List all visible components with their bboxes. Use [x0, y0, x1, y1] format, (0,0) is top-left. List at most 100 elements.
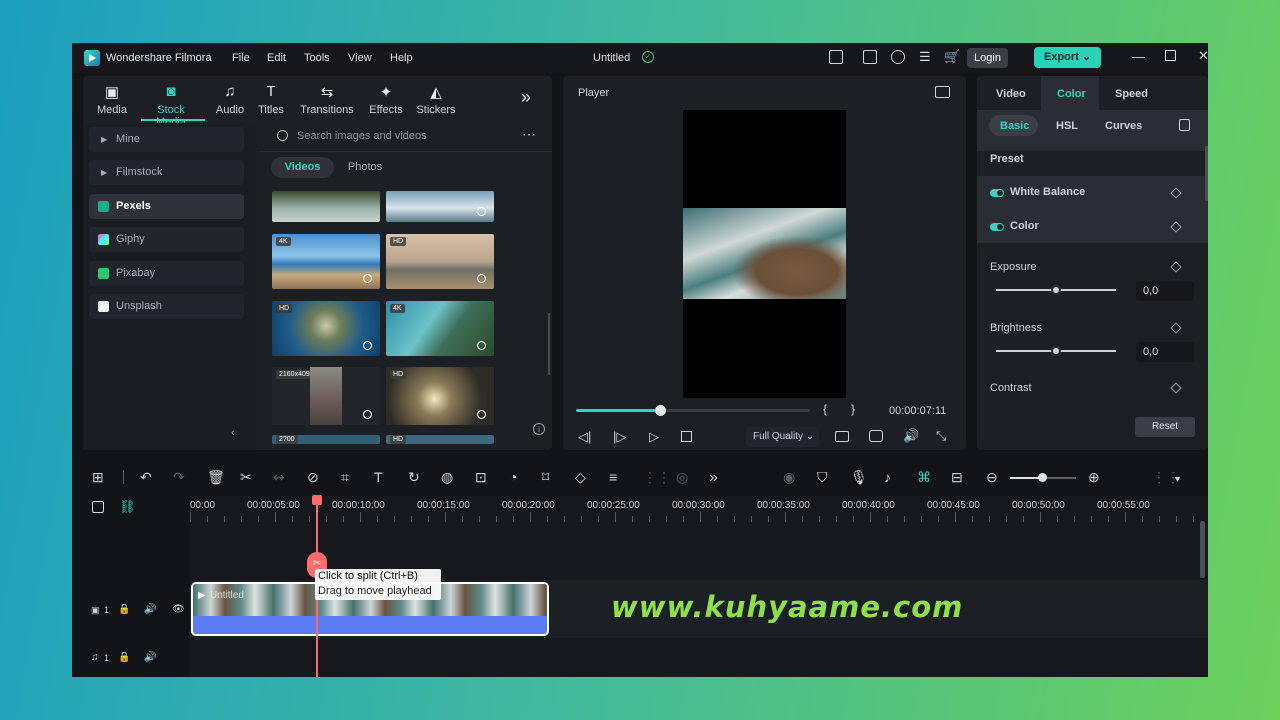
mark-in-icon[interactable]: {: [823, 402, 827, 416]
add-track-icon[interactable]: [92, 501, 104, 513]
undo-icon[interactable]: ↶: [140, 469, 152, 486]
zoom-slider-knob[interactable]: [1038, 473, 1047, 482]
rotate-icon[interactable]: ↻: [408, 469, 420, 486]
tab-video[interactable]: Video: [996, 88, 1026, 100]
save-preset-icon[interactable]: [1179, 119, 1190, 131]
play-icon[interactable]: ▷: [649, 429, 659, 445]
slider-knob[interactable]: [1051, 285, 1061, 295]
timeline-menu-chevron-icon[interactable]: ▼: [1173, 474, 1182, 484]
display-settings-icon[interactable]: [835, 431, 849, 442]
maximize-icon[interactable]: [1165, 50, 1176, 61]
filter-videos[interactable]: Videos: [271, 157, 334, 178]
download-icon[interactable]: [363, 274, 372, 283]
crop-icon[interactable]: ⌗: [341, 469, 349, 486]
layout-grid-icon[interactable]: ⊞: [92, 469, 104, 486]
library-item-filmstock[interactable]: ▶ Filmstock: [89, 160, 244, 185]
speed-timer-icon[interactable]: ◔: [509, 469, 517, 485]
more-options-icon[interactable]: ⋯: [522, 126, 536, 143]
library-item-pixabay[interactable]: Pixabay: [89, 261, 244, 286]
download-icon[interactable]: [477, 410, 486, 419]
tab-titles[interactable]: T Titles: [241, 83, 301, 116]
timeline-ruler[interactable]: 00:00 00:00:05:00 00:00:10:00 00:00:15:00 00…: [190, 496, 1208, 522]
stabilize-icon[interactable]: ⊡: [475, 469, 487, 486]
keyframe-icon[interactable]: ◇: [575, 469, 586, 486]
save-icon[interactable]: [863, 50, 877, 64]
marker-icon[interactable]: ⛉: [817, 469, 828, 486]
library-item-unsplash[interactable]: Unsplash: [89, 294, 244, 319]
library-item-mine[interactable]: ▶ Mine: [89, 127, 244, 152]
playhead-handle[interactable]: [312, 495, 322, 505]
subtab-curves[interactable]: Curves: [1105, 120, 1142, 132]
color-palette-icon[interactable]: ◍: [441, 469, 453, 486]
text-icon[interactable]: T: [374, 469, 383, 485]
properties-scrollbar[interactable]: [1205, 146, 1208, 201]
quality-select[interactable]: Full Quality ⌄: [746, 427, 819, 447]
download-icon[interactable]: [477, 207, 486, 216]
menu-file[interactable]: File: [232, 52, 250, 64]
stock-thumbnail[interactable]: 2?00: [272, 435, 380, 444]
stock-thumbnail[interactable]: [386, 191, 494, 222]
tab-stock-media[interactable]: ◙ Stock Media: [141, 83, 201, 128]
tab-speed[interactable]: Speed: [1115, 88, 1148, 100]
download-icon[interactable]: [363, 341, 372, 350]
zoom-out-icon[interactable]: ⊖: [986, 469, 998, 486]
more-tools-icon[interactable]: »: [709, 469, 718, 487]
zoom-slider[interactable]: [1010, 473, 1076, 482]
audio-detach-icon[interactable]: ↭: [273, 469, 285, 486]
microphone-icon[interactable]: 🎙: [850, 469, 868, 486]
tab-transitions[interactable]: ⇆ Transitions: [297, 83, 357, 116]
mark-out-icon[interactable]: }: [851, 402, 855, 416]
stock-thumbnail[interactable]: 4K: [272, 234, 380, 289]
audio-mixer-icon[interactable]: ♪: [884, 469, 891, 485]
subtab-hsl[interactable]: HSL: [1056, 120, 1078, 132]
adjust-icon[interactable]: ≡: [609, 469, 617, 485]
export-button[interactable]: Export ⌄: [1034, 47, 1101, 68]
download-icon[interactable]: [363, 410, 372, 419]
snap-icon[interactable]: ⌘: [917, 469, 931, 486]
search-input[interactable]: Search images and videos: [297, 130, 427, 142]
tab-stickers[interactable]: ◭ Stickers: [406, 83, 466, 116]
tab-media[interactable]: ▣ Media: [82, 83, 142, 116]
menu-list-icon[interactable]: ☰: [919, 49, 931, 65]
slider-knob[interactable]: [1051, 346, 1061, 356]
menu-edit[interactable]: Edit: [267, 52, 286, 64]
stock-thumbnail[interactable]: 4K: [386, 301, 494, 356]
media-scrollbar[interactable]: [548, 313, 550, 375]
previous-frame-icon[interactable]: ◁|: [578, 429, 591, 445]
silence-detect-icon[interactable]: ◎: [676, 469, 688, 486]
volume-icon[interactable]: 🔊: [903, 428, 919, 444]
pip-icon[interactable]: ⊟: [951, 469, 963, 486]
exposure-slider[interactable]: [996, 285, 1116, 295]
timeline-scrollbar[interactable]: [1200, 521, 1205, 578]
tab-color[interactable]: Color: [1057, 88, 1086, 100]
next-frame-icon[interactable]: |▷: [613, 429, 626, 445]
stock-thumbnail[interactable]: 2160x4096: [272, 367, 380, 425]
waveform-icon[interactable]: ⋮⋮: [643, 469, 671, 486]
close-icon[interactable]: ✕: [1198, 48, 1208, 64]
stock-thumbnail[interactable]: HD: [386, 367, 494, 425]
track-lock-icon[interactable]: 🔒: [118, 604, 130, 615]
download-icon[interactable]: [477, 274, 486, 283]
login-button[interactable]: Login: [967, 48, 1008, 68]
track-mute-icon[interactable]: 🔊: [144, 604, 156, 615]
track-lock-icon[interactable]: 🔒: [118, 652, 130, 663]
menu-view[interactable]: View: [348, 52, 372, 64]
reset-button[interactable]: Reset: [1135, 417, 1195, 437]
cloud-upload-icon[interactable]: [891, 50, 905, 64]
stock-thumbnail[interactable]: [272, 191, 380, 222]
stock-thumbnail[interactable]: HD: [272, 301, 380, 356]
subtab-basic[interactable]: Basic: [1000, 120, 1029, 132]
stop-icon[interactable]: [681, 431, 692, 442]
track-visibility-icon[interactable]: 👁: [172, 604, 185, 615]
brightness-slider[interactable]: [996, 346, 1116, 356]
brightness-value[interactable]: 0,0: [1136, 342, 1194, 362]
menu-help[interactable]: Help: [390, 52, 413, 64]
stock-thumbnail[interactable]: HD: [386, 234, 494, 289]
player-progress-track[interactable]: [576, 405, 810, 416]
render-preview-icon[interactable]: ◉: [783, 469, 795, 486]
menu-tools[interactable]: Tools: [304, 52, 330, 64]
ai-tool-icon[interactable]: ⌑: [542, 469, 549, 486]
color-toggle[interactable]: [990, 223, 1004, 231]
link-icon[interactable]: ⛓: [119, 499, 136, 515]
zoom-in-icon[interactable]: ⊕: [1088, 469, 1100, 486]
